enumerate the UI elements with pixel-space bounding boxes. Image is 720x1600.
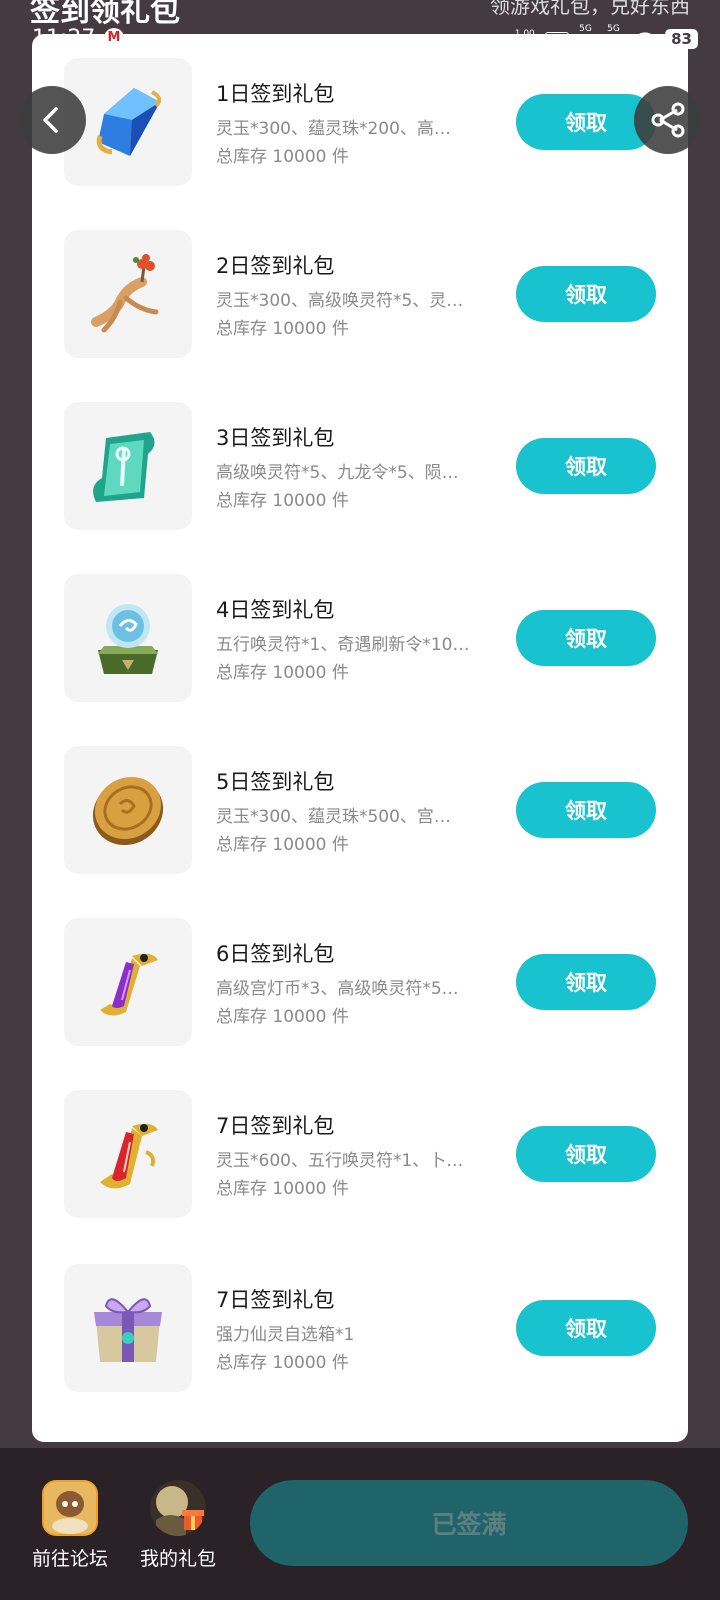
my-gifts-nav-item[interactable]: 我的礼包 xyxy=(133,1480,223,1571)
package-description: 灵玉*300、蕴灵珠*200、高… xyxy=(216,119,451,139)
list-item: 6日签到礼包 高级宫灯币*3、高级唤灵符*5… 总库存 10000 件 领取 xyxy=(32,918,688,1046)
sim2-label: 5G xyxy=(607,24,620,34)
claim-button[interactable]: 领取 xyxy=(516,266,656,322)
claim-button[interactable]: 领取 xyxy=(516,954,656,1010)
forum-icon xyxy=(42,1480,98,1536)
list-item: 1日签到礼包 灵玉*300、蕴灵珠*200、高… 总库存 10000 件 领取 xyxy=(32,58,688,186)
package-title: 6日签到礼包 xyxy=(216,942,335,966)
gift-box-icon xyxy=(94,1298,162,1362)
chevron-left-icon xyxy=(43,107,58,133)
claim-button[interactable]: 领取 xyxy=(516,1126,656,1182)
bottom-bar: 前往论坛 我的礼包 已签满 xyxy=(0,1448,720,1600)
package-title: 7日签到礼包 xyxy=(216,1288,335,1312)
package-thumbnail xyxy=(64,230,192,358)
package-thumbnail xyxy=(64,1090,192,1218)
wifi-icon xyxy=(636,32,655,46)
package-thumbnail xyxy=(64,918,192,1046)
package-title: 4日签到礼包 xyxy=(216,598,335,622)
package-title: 1日签到礼包 xyxy=(216,82,335,106)
signal-icon: 5G xyxy=(579,24,598,48)
package-title: 7日签到礼包 xyxy=(216,1114,335,1138)
package-stock: 总库存 10000 件 xyxy=(216,319,349,339)
package-description: 强力仙灵自选箱*1 xyxy=(216,1325,355,1345)
talisman-icon xyxy=(93,432,155,502)
claim-button[interactable]: 领取 xyxy=(516,782,656,838)
forum-label: 前往论坛 xyxy=(31,1548,108,1570)
package-description: 灵玉*300、蕴灵珠*500、宫… xyxy=(216,807,451,827)
net-speed-unit: KB/s xyxy=(514,38,535,48)
package-thumbnail xyxy=(64,402,192,530)
package-thumbnail xyxy=(64,574,192,702)
status-time: 11:27 xyxy=(32,26,96,51)
page-subtitle: 领游戏礼包，兑好东西 xyxy=(490,0,690,18)
package-stock: 总库存 10000 件 xyxy=(216,1007,349,1027)
list-item: 3日签到礼包 高级唤灵符*5、九龙令*5、陨… 总库存 10000 件 领取 xyxy=(32,402,688,530)
package-description: 五行唤灵符*1、奇遇刷新令*10… xyxy=(216,635,470,655)
hd-icon: HD xyxy=(544,31,570,47)
red-scroll-icon xyxy=(100,1123,158,1189)
my-gifts-icon xyxy=(150,1480,206,1536)
back-button[interactable] xyxy=(18,86,86,154)
coin-icon xyxy=(92,776,164,846)
status-indicators: 1.00 KB/s HD 5G 5G 83 xyxy=(515,24,698,52)
bank-app-icon: M xyxy=(104,28,124,48)
share-button[interactable] xyxy=(634,86,702,154)
package-thumbnail xyxy=(64,746,192,874)
crystal-icon xyxy=(96,88,162,156)
list-item: 7日签到礼包 强力仙灵自选箱*1 总库存 10000 件 领取 xyxy=(32,1264,688,1392)
package-stock: 总库存 10000 件 xyxy=(216,147,349,167)
gift-list-card[interactable]: 1日签到礼包 灵玉*300、蕴灵珠*200、高… 总库存 10000 件 领取 … xyxy=(32,34,688,1442)
package-title: 5日签到礼包 xyxy=(216,770,335,794)
package-stock: 总库存 10000 件 xyxy=(216,1353,349,1373)
package-description: 高级宫灯币*3、高级唤灵符*5… xyxy=(216,979,459,999)
sim1-label: 5G xyxy=(579,24,592,34)
list-item: 2日签到礼包 灵玉*300、高级唤灵符*5、灵… 总库存 10000 件 领取 xyxy=(32,230,688,358)
signed-full-button[interactable]: 已签满 xyxy=(250,1480,688,1566)
package-title: 2日签到礼包 xyxy=(216,254,335,278)
signal-icon-2: 5G xyxy=(607,24,626,48)
package-stock: 总库存 10000 件 xyxy=(216,663,349,683)
status-bar: 11:27 M 1.00 KB/s HD 5G 5G 83 xyxy=(0,24,720,54)
my-gifts-label: 我的礼包 xyxy=(139,1548,216,1570)
ginseng-icon xyxy=(91,254,159,333)
claim-button[interactable]: 领取 xyxy=(516,610,656,666)
forum-nav-item[interactable]: 前往论坛 xyxy=(25,1480,115,1571)
orb-icon xyxy=(98,604,158,674)
claim-button[interactable]: 领取 xyxy=(516,438,656,494)
package-description: 灵玉*600、五行唤灵符*1、卜… xyxy=(216,1151,464,1171)
claim-button[interactable]: 领取 xyxy=(516,1300,656,1356)
list-item: 7日签到礼包 灵玉*600、五行唤灵符*1、卜… 总库存 10000 件 领取 xyxy=(32,1090,688,1218)
network-speed: 1.00 KB/s xyxy=(515,30,535,48)
package-stock: 总库存 10000 件 xyxy=(216,491,349,511)
battery-icon: 83 xyxy=(665,29,698,49)
package-description: 灵玉*300、高级唤灵符*5、灵… xyxy=(216,291,464,311)
share-icon xyxy=(651,102,685,138)
purple-scroll-icon xyxy=(100,953,158,1016)
package-title: 3日签到礼包 xyxy=(216,426,335,450)
package-stock: 总库存 10000 件 xyxy=(216,1179,349,1199)
package-description: 高级唤灵符*5、九龙令*5、陨… xyxy=(216,463,459,483)
list-item: 4日签到礼包 五行唤灵符*1、奇遇刷新令*10… 总库存 10000 件 领取 xyxy=(32,574,688,702)
package-thumbnail xyxy=(64,1264,192,1392)
package-stock: 总库存 10000 件 xyxy=(216,835,349,855)
list-item: 5日签到礼包 灵玉*300、蕴灵珠*500、宫… 总库存 10000 件 领取 xyxy=(32,746,688,874)
